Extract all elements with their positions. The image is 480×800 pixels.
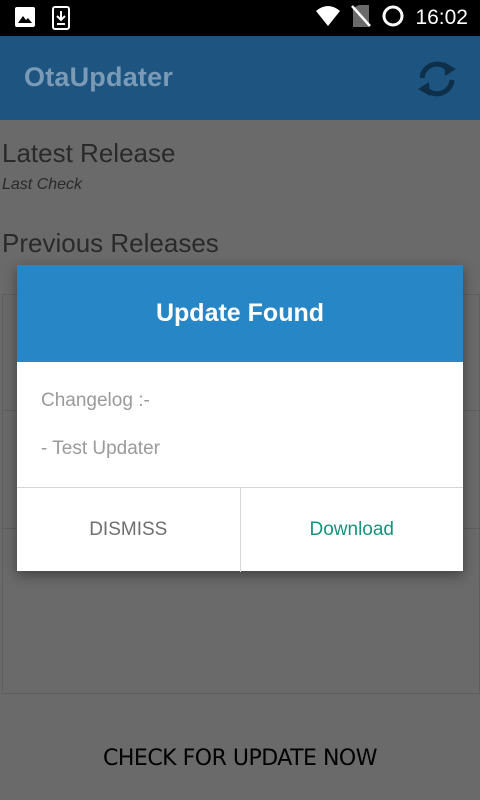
dialog-body: Changelog :- - Test Updater xyxy=(17,362,463,487)
wifi-icon xyxy=(315,5,341,31)
download-button[interactable]: Download xyxy=(241,488,464,572)
latest-release-title: Latest Release xyxy=(2,138,176,168)
previous-releases-title: Previous Releases xyxy=(2,228,219,258)
app-title: OtaUpdater xyxy=(24,62,174,92)
status-bar: 16:02 xyxy=(0,0,480,36)
app-bar: OtaUpdater xyxy=(0,36,480,120)
refresh-icon[interactable] xyxy=(414,58,460,100)
dialog-actions: DISMISS Download xyxy=(17,487,463,572)
dialog-title: Update Found xyxy=(155,299,325,327)
no-sim-icon xyxy=(351,4,372,32)
image-notification-icon xyxy=(14,6,36,34)
dialog-header: Update Found xyxy=(17,265,463,362)
download-notification-icon xyxy=(52,6,70,34)
last-check-label: Last Check xyxy=(2,176,83,193)
clock: 16:02 xyxy=(415,6,468,29)
changelog-label: Changelog :- xyxy=(41,390,150,411)
check-for-update-button[interactable]: CHECK FOR UPDATE NOW xyxy=(0,746,480,771)
update-dialog: Update Found Changelog :- - Test Updater… xyxy=(17,265,463,572)
battery-charging-icon xyxy=(381,4,405,32)
changelog-item: - Test Updater xyxy=(41,438,160,459)
dismiss-button[interactable]: DISMISS xyxy=(17,488,241,572)
